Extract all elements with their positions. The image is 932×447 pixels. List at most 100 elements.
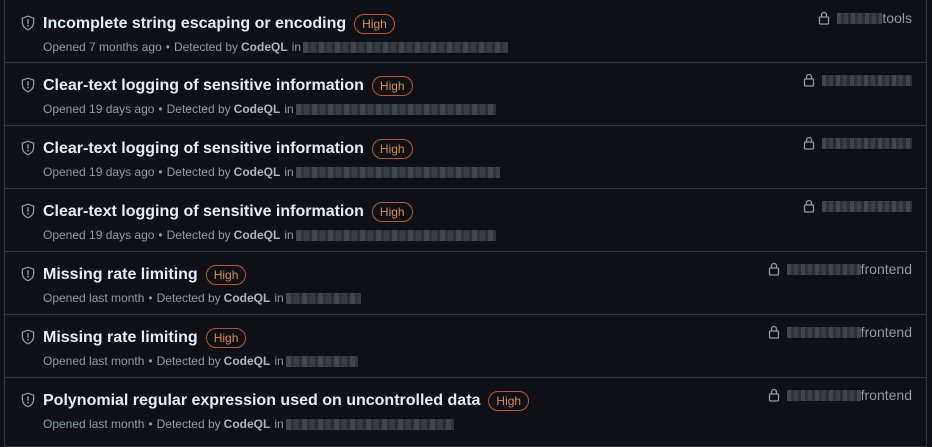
alert-meta: Opened 19 days ago • Detected by CodeQL …: [43, 102, 496, 116]
lock-icon: [768, 262, 779, 276]
detected-by-label: Detected by: [173, 40, 239, 54]
alert-row[interactable]: Missing rate limiting High Opened last m…: [5, 252, 926, 315]
alert-title-line: Missing rate limiting High: [43, 264, 247, 286]
tool-name: CodeQL: [233, 165, 281, 179]
redacted-file-path: [285, 292, 361, 304]
redacted-file-path: [295, 229, 496, 241]
redacted-org-name: [786, 389, 861, 401]
alert-row[interactable]: Clear-text logging of sensitive informat…: [5, 126, 926, 189]
repository-name: frontend: [860, 387, 912, 403]
alert-row[interactable]: Missing rate limiting High Opened last m…: [5, 315, 926, 378]
alert-meta: Opened 7 months ago • Detected by CodeQL…: [43, 40, 509, 54]
detected-by-label: Detected by: [156, 417, 221, 431]
shield-icon: [21, 266, 35, 282]
repository-link[interactable]: tools: [817, 9, 912, 27]
repository-link[interactable]: [802, 197, 912, 215]
alert-row[interactable]: Clear-text logging of sensitive informat…: [5, 63, 926, 126]
separator: •: [158, 102, 163, 116]
alert-title-line: Polynomial regular expression used on un…: [43, 390, 530, 412]
lock-icon: [803, 199, 815, 213]
separator: •: [158, 228, 163, 242]
shield-icon: [21, 140, 35, 156]
detected-by-label: Detected by: [166, 102, 231, 116]
shield-icon: [21, 329, 35, 345]
severity-badge: High: [488, 391, 530, 411]
alert-title-link[interactable]: Clear-text logging of sensitive informat…: [43, 140, 364, 158]
lock-icon: [768, 388, 779, 402]
severity-badge: High: [205, 328, 247, 348]
alert-title-link[interactable]: Clear-text logging of sensitive informat…: [43, 77, 364, 95]
repository-link[interactable]: frontend: [767, 386, 912, 404]
repository-link[interactable]: frontend: [767, 323, 912, 341]
tool-name: CodeQL: [223, 354, 271, 368]
opened-time: Opened 19 days ago: [43, 102, 155, 116]
detected-by-label: Detected by: [166, 165, 231, 179]
alert-meta: Opened last month • Detected by CodeQL i…: [43, 417, 454, 431]
code-scanning-alert-list: Incomplete string escaping or encoding H…: [4, 0, 927, 447]
alert-title-line: Clear-text logging of sensitive informat…: [43, 138, 413, 160]
redacted-org-name: [837, 12, 883, 24]
repository-link[interactable]: [802, 71, 912, 89]
lock-icon: [768, 325, 779, 339]
alert-row[interactable]: Polynomial regular expression used on un…: [5, 378, 926, 441]
repository-link[interactable]: [802, 134, 912, 152]
alert-title-line: Missing rate limiting High: [43, 327, 247, 349]
alert-meta: Opened 19 days ago • Detected by CodeQL …: [43, 165, 500, 179]
alert-title-line: Clear-text logging of sensitive informat…: [43, 75, 413, 97]
separator: •: [165, 40, 170, 54]
redacted-repository-name: [822, 74, 912, 86]
alert-meta: Opened last month • Detected by CodeQL i…: [43, 354, 358, 368]
redacted-repository-name: [822, 137, 912, 149]
in-label: in: [284, 228, 294, 242]
alert-title-link[interactable]: Missing rate limiting: [43, 266, 198, 284]
lock-icon: [819, 11, 830, 25]
repository-name: frontend: [860, 324, 912, 340]
tool-name: CodeQL: [233, 102, 281, 116]
in-label: in: [274, 417, 284, 431]
redacted-file-path: [303, 41, 509, 53]
opened-time: Opened last month: [43, 417, 145, 431]
redacted-file-path: [285, 418, 454, 430]
in-label: in: [284, 165, 294, 179]
opened-time: Opened 19 days ago: [43, 228, 155, 242]
severity-badge: High: [205, 265, 247, 285]
repository-name: tools: [882, 10, 912, 26]
severity-badge: High: [371, 202, 413, 222]
alert-title-link[interactable]: Incomplete string escaping or encoding: [43, 15, 346, 33]
redacted-file-path: [295, 166, 500, 178]
tool-name: CodeQL: [241, 40, 288, 54]
detected-by-label: Detected by: [156, 354, 221, 368]
shield-icon: [21, 77, 35, 93]
redacted-file-path: [285, 355, 358, 367]
redacted-repository-name: [822, 200, 912, 212]
opened-time: Opened 19 days ago: [43, 165, 155, 179]
opened-time: Opened last month: [43, 354, 145, 368]
redacted-org-name: [786, 326, 861, 338]
lock-icon: [803, 136, 815, 150]
lock-icon: [803, 73, 815, 87]
alert-title-link[interactable]: Clear-text logging of sensitive informat…: [43, 203, 364, 221]
separator: •: [148, 354, 153, 368]
opened-time: Opened 7 months ago: [43, 40, 162, 54]
separator: •: [148, 291, 153, 305]
alert-meta: Opened last month • Detected by CodeQL i…: [43, 291, 361, 305]
alert-title-link[interactable]: Missing rate limiting: [43, 329, 198, 347]
alert-meta: Opened 19 days ago • Detected by CodeQL …: [43, 228, 496, 242]
in-label: in: [274, 291, 284, 305]
redacted-file-path: [295, 103, 496, 115]
alert-title-link[interactable]: Polynomial regular expression used on un…: [43, 392, 480, 410]
redacted-org-name: [786, 263, 861, 275]
in-label: in: [291, 40, 302, 54]
shield-icon: [21, 392, 35, 408]
alert-row[interactable]: Clear-text logging of sensitive informat…: [5, 189, 926, 252]
opened-time: Opened last month: [43, 291, 145, 305]
alert-row[interactable]: Incomplete string escaping or encoding H…: [5, 0, 926, 63]
repository-link[interactable]: frontend: [767, 260, 912, 278]
alert-title-line: Clear-text logging of sensitive informat…: [43, 201, 413, 223]
detected-by-label: Detected by: [156, 291, 221, 305]
separator: •: [148, 417, 153, 431]
in-label: in: [284, 102, 294, 116]
repository-name: frontend: [860, 261, 912, 277]
severity-badge: High: [371, 76, 413, 96]
severity-badge: High: [371, 139, 413, 159]
